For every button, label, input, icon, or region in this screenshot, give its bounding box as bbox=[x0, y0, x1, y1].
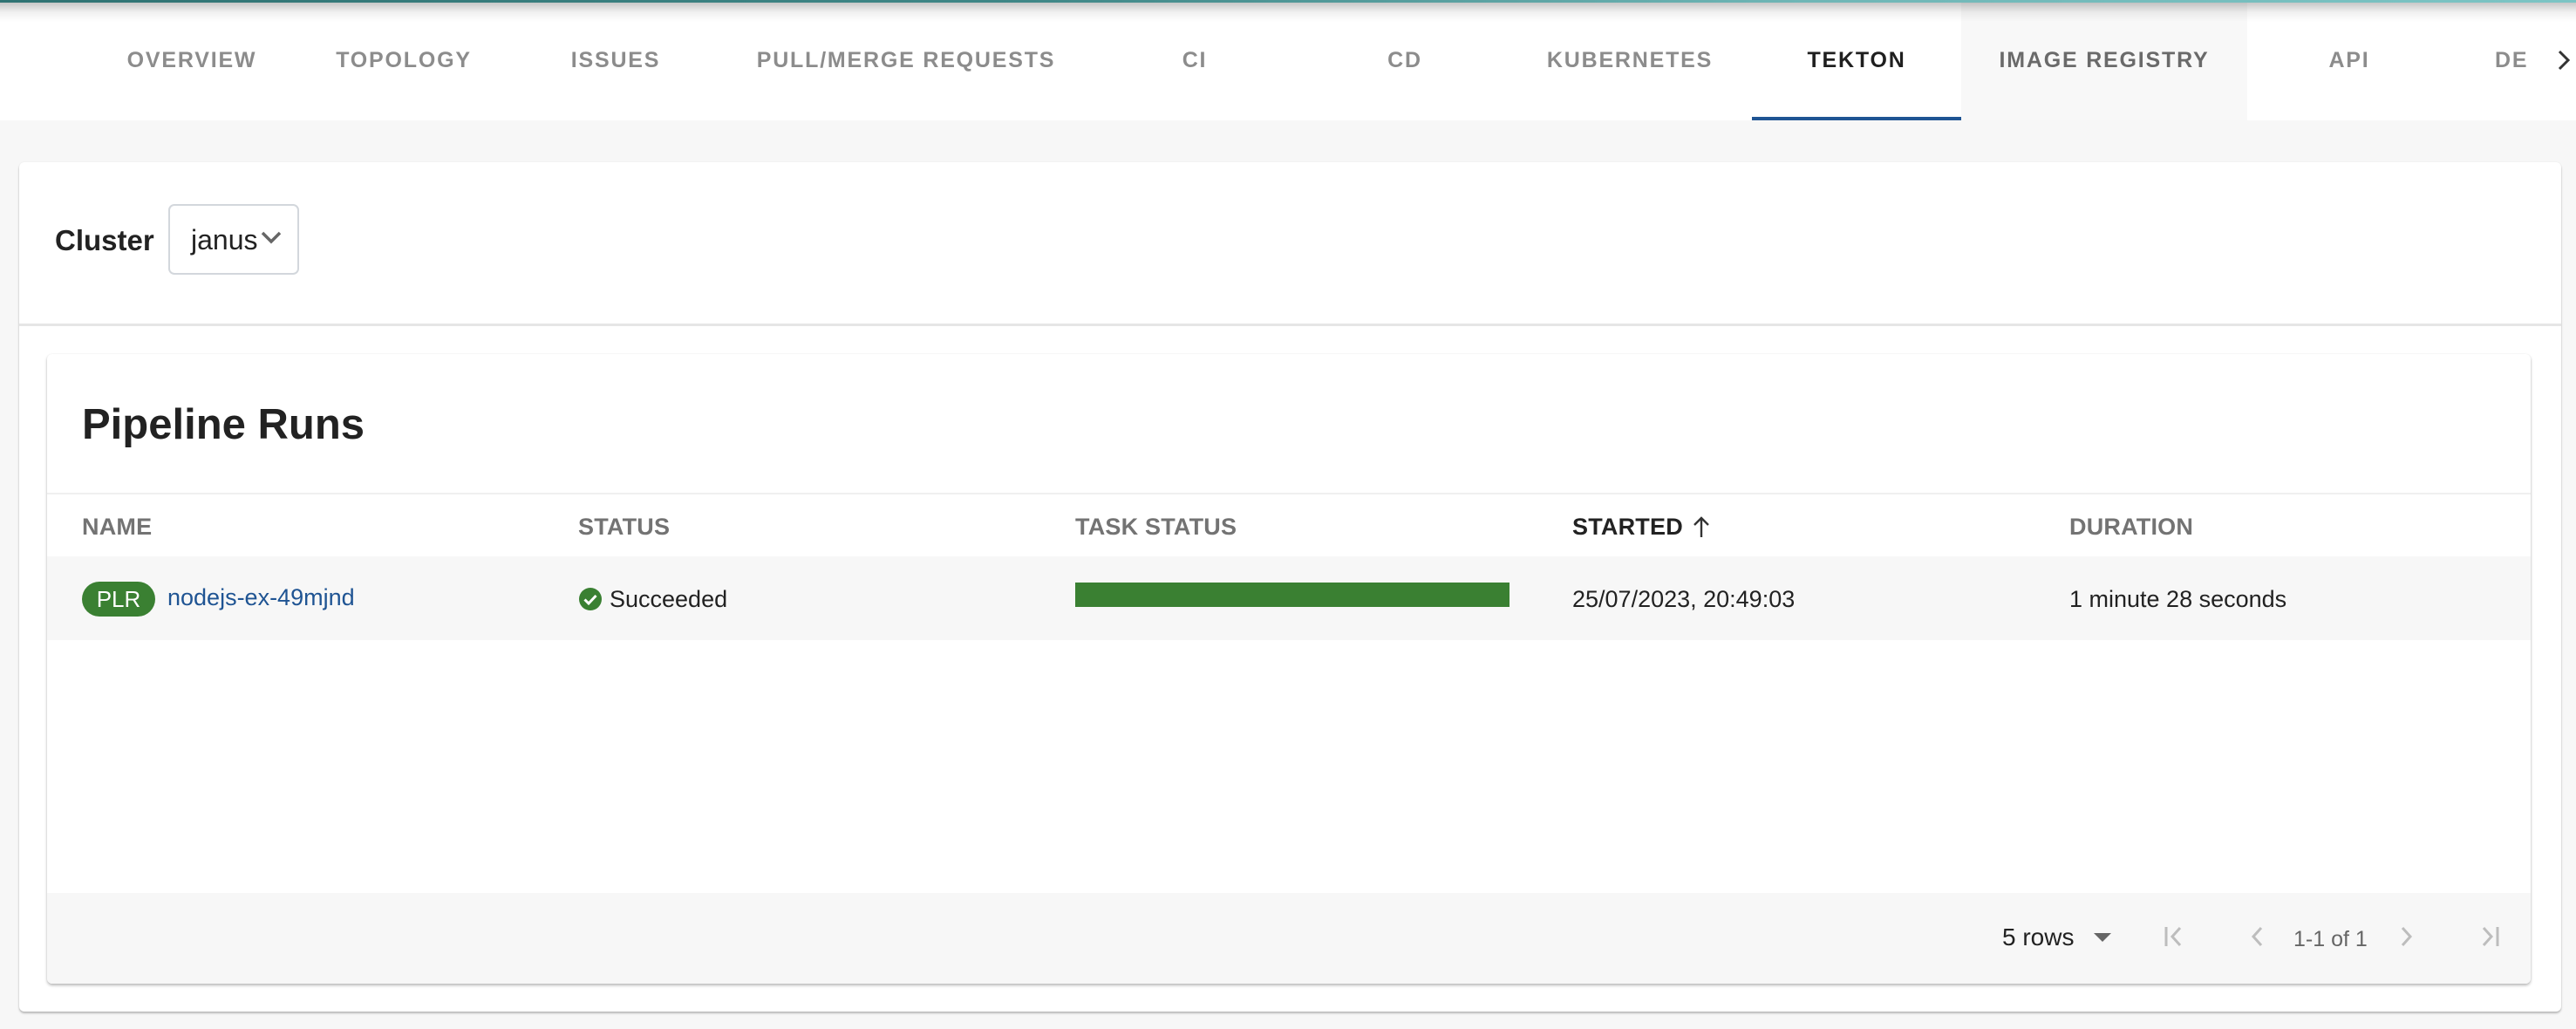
tab-label: CD bbox=[1387, 47, 1422, 72]
cluster-selected-value: janus bbox=[191, 224, 258, 256]
caret-down-icon bbox=[2094, 933, 2112, 942]
started-cell: 25/07/2023, 20:49:03 bbox=[1572, 586, 1796, 612]
tab-label: OVERVIEW bbox=[126, 47, 257, 72]
column-header-duration[interactable]: DURATION bbox=[2069, 514, 2193, 540]
task-status-bar-fill bbox=[1075, 583, 1509, 607]
previous-page-icon bbox=[2251, 926, 2263, 947]
tab-topology[interactable]: TOPOLOGY bbox=[312, 0, 495, 120]
tab-label: TOPOLOGY bbox=[336, 47, 472, 72]
cluster-label: Cluster bbox=[55, 224, 154, 256]
status-text: Succeeded bbox=[610, 586, 728, 612]
column-header-started[interactable]: STARTED bbox=[1572, 514, 1711, 540]
arrow-up-icon bbox=[1693, 516, 1709, 537]
tab-bar: OVERVIEW TOPOLOGY ISSUES PULL/MERGE REQU… bbox=[0, 0, 2576, 120]
pipeline-runs-table: Pipeline Runs NAME STATUS TASK STATUS ST… bbox=[47, 354, 2531, 984]
tab-api[interactable]: API bbox=[2247, 0, 2451, 120]
divider bbox=[47, 493, 2531, 494]
tab-cd[interactable]: CD bbox=[1300, 0, 1509, 120]
tab-label: KUBERNETES bbox=[1546, 47, 1714, 72]
tab-issues[interactable]: ISSUES bbox=[524, 0, 707, 120]
column-label: STATUS bbox=[578, 514, 671, 540]
last-page-icon bbox=[2482, 926, 2499, 947]
divider bbox=[19, 324, 2561, 326]
pipeline-run-link[interactable]: nodejs-ex-49mjnd bbox=[167, 583, 355, 612]
next-page-icon bbox=[2401, 926, 2413, 947]
tab-label: IMAGE REGISTRY bbox=[1999, 47, 2210, 72]
rows-per-page-value: 5 rows bbox=[2002, 923, 2075, 951]
chevron-right-icon bbox=[2558, 50, 2570, 71]
tab-label: TEKTON bbox=[1807, 47, 1906, 72]
tab-label: API bbox=[2328, 47, 2370, 72]
tab-label: CI bbox=[1182, 47, 1208, 72]
status-cell: Succeeded bbox=[578, 586, 727, 612]
task-status-bar bbox=[1075, 583, 1509, 607]
tab-scroll-right-button[interactable] bbox=[2551, 0, 2576, 120]
first-page-button[interactable] bbox=[2157, 919, 2192, 954]
chevron-down-icon bbox=[261, 231, 282, 244]
tab-kubernetes[interactable]: KUBERNETES bbox=[1516, 0, 1743, 120]
tab-ci[interactable]: CI bbox=[1090, 0, 1299, 120]
table-title: Pipeline Runs bbox=[82, 401, 365, 448]
last-page-button[interactable] bbox=[2471, 919, 2506, 954]
tab-tekton[interactable]: TEKTON bbox=[1752, 0, 1961, 120]
first-page-icon bbox=[2164, 926, 2182, 947]
tekton-card: Cluster janus Pipeline Runs NAME STATUS … bbox=[19, 162, 2561, 1012]
next-page-button[interactable] bbox=[2389, 919, 2424, 954]
tab-overview[interactable]: OVERVIEW bbox=[100, 0, 283, 120]
cluster-select[interactable]: janus bbox=[168, 204, 299, 275]
column-label: STARTED bbox=[1572, 514, 1683, 540]
column-label: NAME bbox=[82, 514, 153, 540]
column-header-task-status[interactable]: TASK STATUS bbox=[1075, 514, 1237, 540]
column-label: TASK STATUS bbox=[1075, 514, 1237, 540]
column-header-name[interactable]: NAME bbox=[82, 514, 152, 540]
check-circle-icon bbox=[579, 588, 602, 610]
pipeline-run-badge: PLR bbox=[82, 582, 155, 617]
table-row: PLR nodejs-ex-49mjnd Succeeded 25/07/202… bbox=[47, 556, 2531, 640]
tab-pull-merge-requests[interactable]: PULL/MERGE REQUESTS bbox=[736, 0, 1076, 120]
tab-label: ISSUES bbox=[570, 47, 661, 72]
column-label: DURATION bbox=[2069, 514, 2194, 540]
duration-cell: 1 minute 28 seconds bbox=[2069, 586, 2287, 612]
rows-per-page-select[interactable]: 5 rows bbox=[2002, 923, 2112, 951]
page-info: 1-1 of 1 bbox=[2293, 927, 2368, 951]
header-accent-bar bbox=[0, 0, 2576, 3]
previous-page-button[interactable] bbox=[2239, 919, 2274, 954]
table-pagination: 5 rows 1-1 of 1 bbox=[47, 893, 2531, 984]
tab-image-registry[interactable]: IMAGE REGISTRY bbox=[1961, 0, 2247, 120]
tab-label: PULL/MERGE REQUESTS bbox=[756, 47, 1056, 72]
column-header-status[interactable]: STATUS bbox=[578, 514, 670, 540]
tab-label: DE bbox=[2495, 47, 2529, 72]
